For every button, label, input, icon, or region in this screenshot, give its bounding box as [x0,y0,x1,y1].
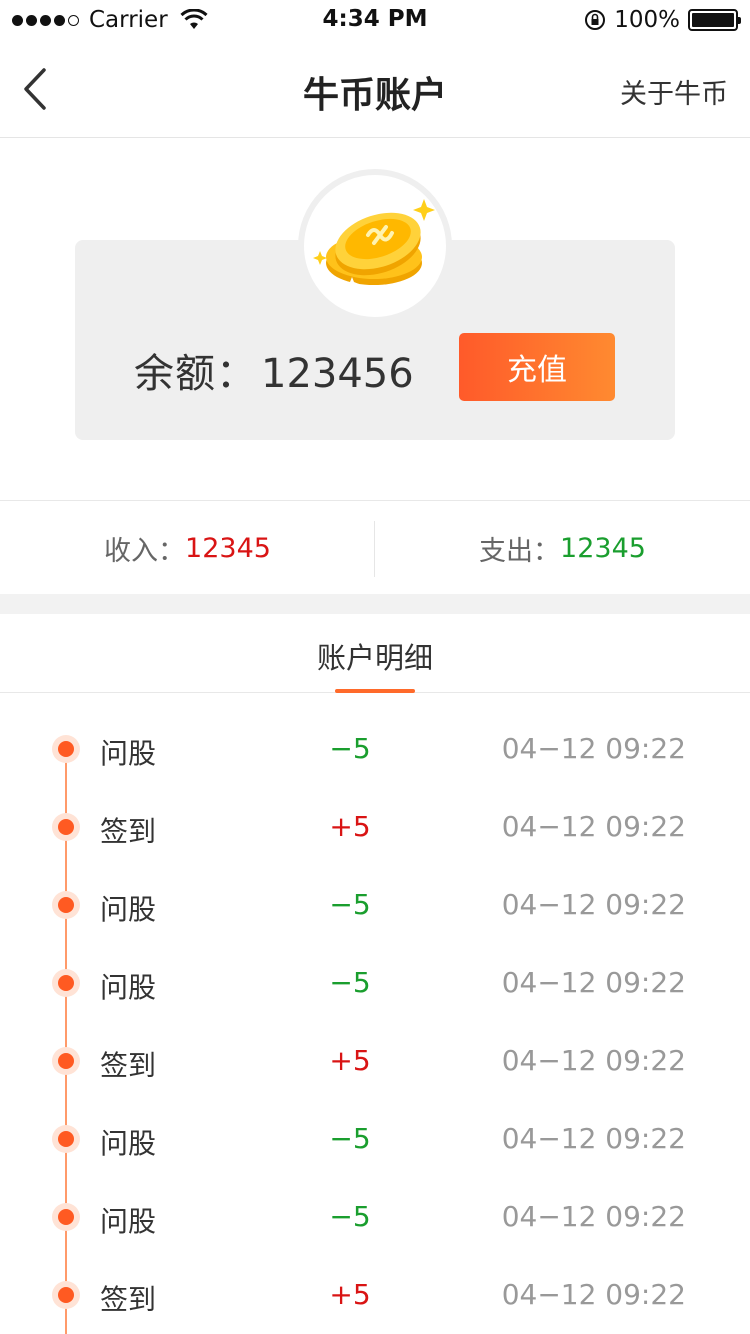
details-tab-header: 账户明细 [0,614,750,693]
recharge-button[interactable]: 充值 [459,333,615,401]
transaction-amount: +5 [329,1278,371,1311]
transaction-amount: +5 [329,1044,371,1077]
expense-value: 12345 [560,532,646,564]
transaction-type: 签到 [100,815,157,848]
timeline-dot-icon [52,891,80,919]
list-item[interactable]: 问股 −5 04−12 09:22 [0,1177,750,1255]
income-label: 收入： [104,535,186,567]
transaction-time: 04−12 09:22 [501,1044,686,1077]
list-item[interactable]: 签到 +5 04−12 09:22 [0,1255,750,1333]
coin-icon [313,199,435,291]
section-separator [0,594,750,614]
transaction-type: 问股 [100,893,157,926]
status-bar: Carrier 4:34 PM 100% [0,0,750,40]
transaction-amount: +5 [329,810,371,843]
transaction-time: 04−12 09:22 [501,732,686,765]
list-item[interactable]: 问股 −5 04−12 09:22 [0,1099,750,1177]
transaction-time: 04−12 09:22 [501,1200,686,1233]
transaction-type: 问股 [100,737,157,770]
transaction-amount: −5 [329,1200,371,1233]
list-item[interactable]: 问股 −5 04−12 09:22 [0,709,750,787]
timeline-dot-icon [52,1125,80,1153]
transaction-amount: −5 [329,966,371,999]
income-expense-summary: 收入： 12345 支出： 12345 [0,500,750,594]
status-right: 100% [584,6,741,34]
income-summary: 收入： 12345 [0,501,375,595]
timeline-dot-icon [52,1281,80,1309]
transaction-time: 04−12 09:22 [501,810,686,843]
balance-value: 123456 [261,351,414,397]
balance-label: 余额： [134,351,257,397]
transaction-amount: −5 [329,888,371,921]
list-item[interactable]: 问股 −5 04−12 09:22 [0,865,750,943]
transaction-time: 04−12 09:22 [501,1278,686,1311]
list-item[interactable]: 签到 +5 04−12 09:22 [0,1021,750,1099]
timeline-dot-icon [52,1203,80,1231]
expense-summary: 支出： 12345 [375,501,750,595]
transaction-type: 问股 [100,1127,157,1160]
expense-label: 支出： [479,535,561,567]
transaction-amount: −5 [329,732,371,765]
transaction-amount: −5 [329,1122,371,1155]
transaction-type: 签到 [100,1283,157,1316]
list-item[interactable]: 问股 −5 04−12 09:22 [0,943,750,1021]
nav-bar: 牛币账户 关于牛币 [0,40,750,138]
about-coin-link[interactable]: 关于牛币 [620,72,728,111]
transaction-type: 问股 [100,971,157,1004]
timeline-dot-icon [52,1047,80,1075]
timeline-dot-icon [52,969,80,997]
transaction-time: 04−12 09:22 [501,966,686,999]
battery-percent: 100% [614,7,680,33]
transaction-type: 签到 [100,1049,157,1082]
battery-icon [688,9,741,31]
timeline-dot-icon [52,735,80,763]
transaction-time: 04−12 09:22 [501,1122,686,1155]
coin-badge [298,169,452,323]
timeline-dot-icon [52,813,80,841]
active-tab-indicator [335,689,415,693]
balance-section: 余额： 123456 充值 [0,139,750,500]
transaction-time: 04−12 09:22 [501,888,686,921]
rotation-lock-icon [585,10,606,30]
list-item[interactable]: 签到 +5 04−12 09:22 [0,787,750,865]
income-value: 12345 [185,532,271,564]
transaction-list[interactable]: 问股 −5 04−12 09:22 签到 +5 04−12 09:22 问股 −5 04−12 … [0,694,750,1334]
tab-account-details[interactable]: 账户明细 [0,635,750,677]
balance-display: 余额： 123456 [134,341,414,399]
transaction-type: 问股 [100,1205,157,1238]
